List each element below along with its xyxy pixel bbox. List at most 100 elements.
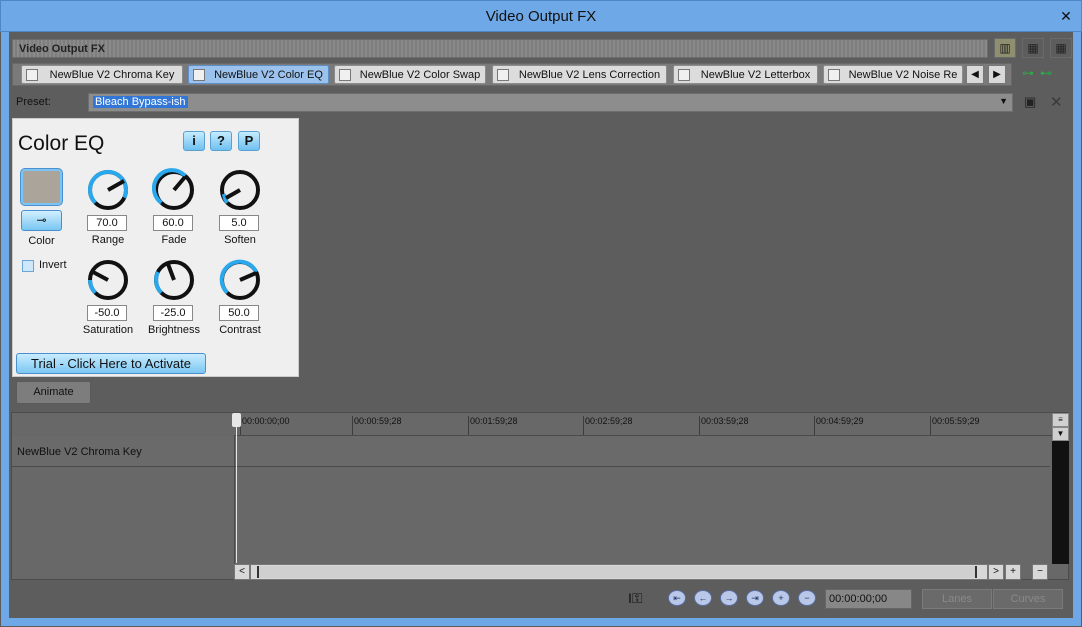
color-eq-panel: Color EQ i ? P ⊸ Color Invert 70.0 Range… <box>12 118 299 377</box>
tab-enable-checkbox[interactable] <box>339 69 351 81</box>
view-buttons: ▥ ▦ ▦ <box>994 38 1072 58</box>
invert-label: Invert <box>39 259 67 271</box>
brightness-value[interactable]: -25.0 <box>153 305 193 321</box>
color-swatch[interactable] <box>21 169 62 205</box>
close-icon[interactable]: ✕ <box>1057 7 1075 25</box>
keyframe-controls: ⇤ ← → ⇥ + − <box>668 590 816 606</box>
ruler-tick: 00:04:59;29 <box>814 416 864 435</box>
keyframe-timeline: 00:00:00;00 00:00:59;28 00:01:59;28 00:0… <box>11 412 1069 580</box>
zoom-in-icon[interactable]: + <box>1005 564 1021 580</box>
tab-label: NewBlue V2 Color Swap <box>359 69 481 81</box>
tab-letterbox[interactable]: NewBlue V2 Letterbox <box>673 65 818 84</box>
delete-keyframe-icon[interactable]: − <box>798 590 816 606</box>
time-ruler[interactable]: 00:00:00;00 00:00:59;28 00:01:59;28 00:0… <box>234 413 1052 436</box>
scroll-left-icon[interactable]: < <box>234 564 250 580</box>
brightness-knob[interactable] <box>152 258 196 302</box>
range-knob[interactable] <box>86 168 130 212</box>
tab-scroll-left-icon[interactable]: ◀ <box>966 65 984 84</box>
ruler-tick: 00:01:59;28 <box>468 416 518 435</box>
saturation-label: Saturation <box>82 324 134 336</box>
info-button[interactable]: i <box>183 131 205 151</box>
help-button[interactable]: ? <box>210 131 232 151</box>
save-preset-icon[interactable]: ▣ <box>1024 94 1036 110</box>
tab-color-swap[interactable]: NewBlue V2 Color Swap <box>334 65 486 84</box>
contrast-knob[interactable] <box>218 258 262 302</box>
ruler-tick: 00:05:59;29 <box>930 416 980 435</box>
preset-label: Preset: <box>16 96 51 108</box>
ruler-tick: 00:00:59;28 <box>352 416 402 435</box>
next-keyframe-icon[interactable]: → <box>720 590 738 606</box>
eyedropper-icon[interactable]: ⊸ <box>21 210 62 231</box>
fade-knob[interactable] <box>152 168 196 212</box>
preset-value: Bleach Bypass-ish <box>93 96 188 108</box>
tab-enable-checkbox[interactable] <box>497 69 509 81</box>
view-grid-icon[interactable]: ▦ <box>1022 38 1044 58</box>
color-label: Color <box>28 235 55 247</box>
tab-label: NewBlue V2 Chroma Key <box>49 69 175 81</box>
track-row[interactable]: NewBlue V2 Chroma Key <box>12 436 1050 467</box>
add-keyframe-icon[interactable]: + <box>772 590 790 606</box>
tab-scroll-right-icon[interactable]: ▶ <box>988 65 1006 84</box>
view-tiles-icon[interactable]: ▦ <box>1050 38 1072 58</box>
scroll-down-icon[interactable]: ▼ <box>1052 427 1069 441</box>
fx-header-label: Video Output FX <box>19 43 105 55</box>
window-title: Video Output FX <box>485 8 597 25</box>
playhead[interactable] <box>236 413 237 563</box>
delete-preset-icon[interactable]: ✕ <box>1050 93 1063 111</box>
previous-keyframe-icon[interactable]: ← <box>694 590 712 606</box>
lanes-button[interactable]: Lanes <box>922 589 992 609</box>
contrast-value[interactable]: 50.0 <box>219 305 259 321</box>
chevron-down-icon[interactable]: ▼ <box>999 96 1008 106</box>
tab-enable-checkbox[interactable] <box>26 69 38 81</box>
soften-label: Soften <box>224 234 256 246</box>
horizontal-scrollbar[interactable] <box>250 564 988 580</box>
ruler-tick: 00:03:59;28 <box>699 416 749 435</box>
track-header-divider <box>234 436 235 564</box>
vertical-scrollbar[interactable]: ≡ ▼ <box>1052 413 1069 564</box>
range-value[interactable]: 70.0 <box>87 215 127 231</box>
soften-value[interactable]: 5.0 <box>219 215 259 231</box>
contrast-label: Contrast <box>219 324 261 336</box>
curves-button[interactable]: Curves <box>993 589 1063 609</box>
menu-icon[interactable]: ≡ <box>1052 413 1069 427</box>
tab-label: NewBlue V2 Noise Re <box>848 69 958 81</box>
zoom-out-icon[interactable]: − <box>1032 564 1048 580</box>
invert-checkbox[interactable] <box>22 260 34 272</box>
view-list-icon[interactable]: ▥ <box>994 38 1016 58</box>
saturation-knob[interactable] <box>86 258 130 302</box>
fade-label: Fade <box>161 234 187 246</box>
saturation-value[interactable]: -50.0 <box>87 305 127 321</box>
tab-label: NewBlue V2 Lens Correction <box>518 69 661 81</box>
tab-chroma-key[interactable]: NewBlue V2 Chroma Key <box>21 65 183 84</box>
first-keyframe-icon[interactable]: ⇤ <box>668 590 686 606</box>
title-bar: Video Output FX ✕ <box>0 0 1082 32</box>
tab-color-eq[interactable]: NewBlue V2 Color EQ <box>188 65 329 84</box>
tab-enable-checkbox[interactable] <box>193 69 205 81</box>
timecode-field[interactable]: 00:00:00;00 <box>825 589 912 609</box>
tab-enable-checkbox[interactable] <box>678 69 690 81</box>
ruler-tick: 00:02:59;28 <box>583 416 633 435</box>
soften-knob[interactable] <box>218 168 262 212</box>
ruler-tick: 00:00:00;00 <box>240 416 290 435</box>
plugin-title: Color EQ <box>18 132 105 155</box>
scrollbar-thumb[interactable] <box>257 566 977 578</box>
tab-noise-reduction[interactable]: NewBlue V2 Noise Re <box>823 65 963 84</box>
fx-tab-strip: NewBlue V2 Chroma Key NewBlue V2 Color E… <box>12 63 1012 86</box>
presets-button[interactable]: P <box>238 131 260 151</box>
plugin-chain-icon[interactable]: ⊶ <box>1022 66 1034 80</box>
animate-button[interactable]: Animate <box>16 381 91 404</box>
tab-enable-checkbox[interactable] <box>828 69 840 81</box>
fx-header: Video Output FX <box>12 39 988 58</box>
chain-tools: ⊶ ⊷ <box>1022 66 1052 80</box>
lock-envelopes-icon[interactable]: I⚿ <box>628 590 643 607</box>
range-label: Range <box>91 234 125 246</box>
last-keyframe-icon[interactable]: ⇥ <box>746 590 764 606</box>
preset-dropdown[interactable]: Bleach Bypass-ish ▼ <box>88 93 1013 112</box>
scroll-right-icon[interactable]: > <box>988 564 1004 580</box>
fade-value[interactable]: 60.0 <box>153 215 193 231</box>
remove-plugin-icon[interactable]: ⊷ <box>1040 66 1052 80</box>
tab-lens-correction[interactable]: NewBlue V2 Lens Correction <box>492 65 667 84</box>
brightness-label: Brightness <box>148 324 200 336</box>
track-name: NewBlue V2 Chroma Key <box>17 446 142 458</box>
trial-activate-button[interactable]: Trial - Click Here to Activate <box>16 353 206 374</box>
